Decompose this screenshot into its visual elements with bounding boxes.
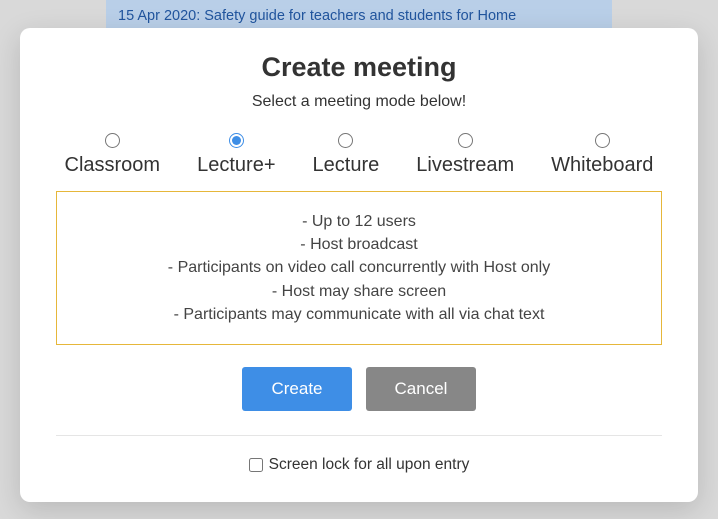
features-box: - Up to 12 users - Host broadcast - Part… xyxy=(56,191,662,345)
mode-option-whiteboard[interactable]: Whiteboard xyxy=(551,133,653,177)
create-button[interactable]: Create xyxy=(242,367,352,411)
mode-option-classroom[interactable]: Classroom xyxy=(65,133,161,177)
mode-radio-livestream[interactable] xyxy=(458,133,473,148)
screenlock-row: Screen lock for all upon entry xyxy=(36,456,682,474)
mode-radio-classroom[interactable] xyxy=(105,133,120,148)
mode-option-lecture[interactable]: Lecture xyxy=(313,133,380,177)
mode-radio-whiteboard[interactable] xyxy=(595,133,610,148)
mode-option-lecture-plus[interactable]: Lecture+ xyxy=(197,133,275,177)
cancel-button[interactable]: Cancel xyxy=(366,367,476,411)
modal-title: Create meeting xyxy=(36,52,682,83)
screenlock-checkbox[interactable] xyxy=(249,458,263,472)
mode-option-livestream[interactable]: Livestream xyxy=(416,133,514,177)
create-meeting-modal: Create meeting Select a meeting mode bel… xyxy=(20,28,698,502)
mode-label: Lecture xyxy=(313,154,380,177)
feature-line: - Up to 12 users xyxy=(69,210,649,233)
feature-line: - Host may share screen xyxy=(69,280,649,303)
mode-label: Classroom xyxy=(65,154,161,177)
mode-radio-lecture-plus[interactable] xyxy=(229,133,244,148)
mode-radio-lecture[interactable] xyxy=(338,133,353,148)
feature-line: - Participants on video call concurrentl… xyxy=(69,256,649,279)
feature-line: - Participants may communicate with all … xyxy=(69,303,649,326)
mode-label: Livestream xyxy=(416,154,514,177)
screenlock-label[interactable]: Screen lock for all upon entry xyxy=(269,456,470,474)
divider xyxy=(56,435,662,436)
mode-label: Whiteboard xyxy=(551,154,653,177)
modal-subtitle: Select a meeting mode below! xyxy=(36,93,682,111)
feature-line: - Host broadcast xyxy=(69,233,649,256)
modal-actions: Create Cancel xyxy=(36,367,682,411)
mode-options: Classroom Lecture+ Lecture Livestream Wh… xyxy=(46,133,672,177)
mode-label: Lecture+ xyxy=(197,154,275,177)
